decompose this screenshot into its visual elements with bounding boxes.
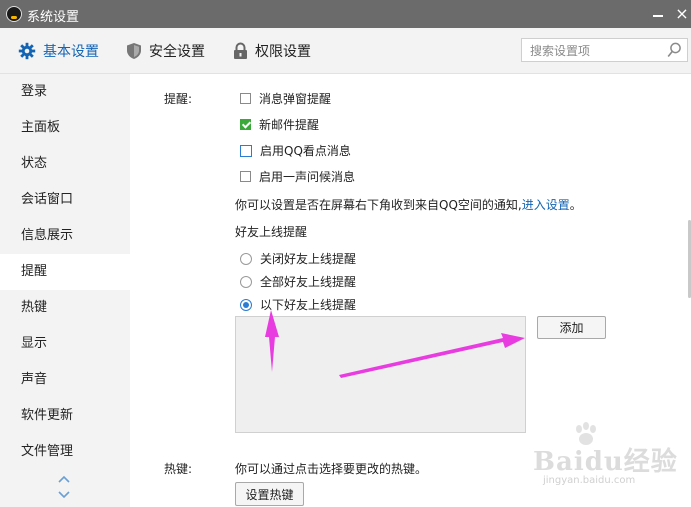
watermark-url: jingyan.baidu.com xyxy=(543,475,636,486)
watermark-brand: Baidu经验 xyxy=(533,447,678,477)
arrow-right-to-add-icon xyxy=(339,333,525,378)
baidu-watermark: Baidu经验 jingyan.baidu.com xyxy=(533,422,683,495)
arrow-up-to-radio-icon xyxy=(265,310,279,372)
